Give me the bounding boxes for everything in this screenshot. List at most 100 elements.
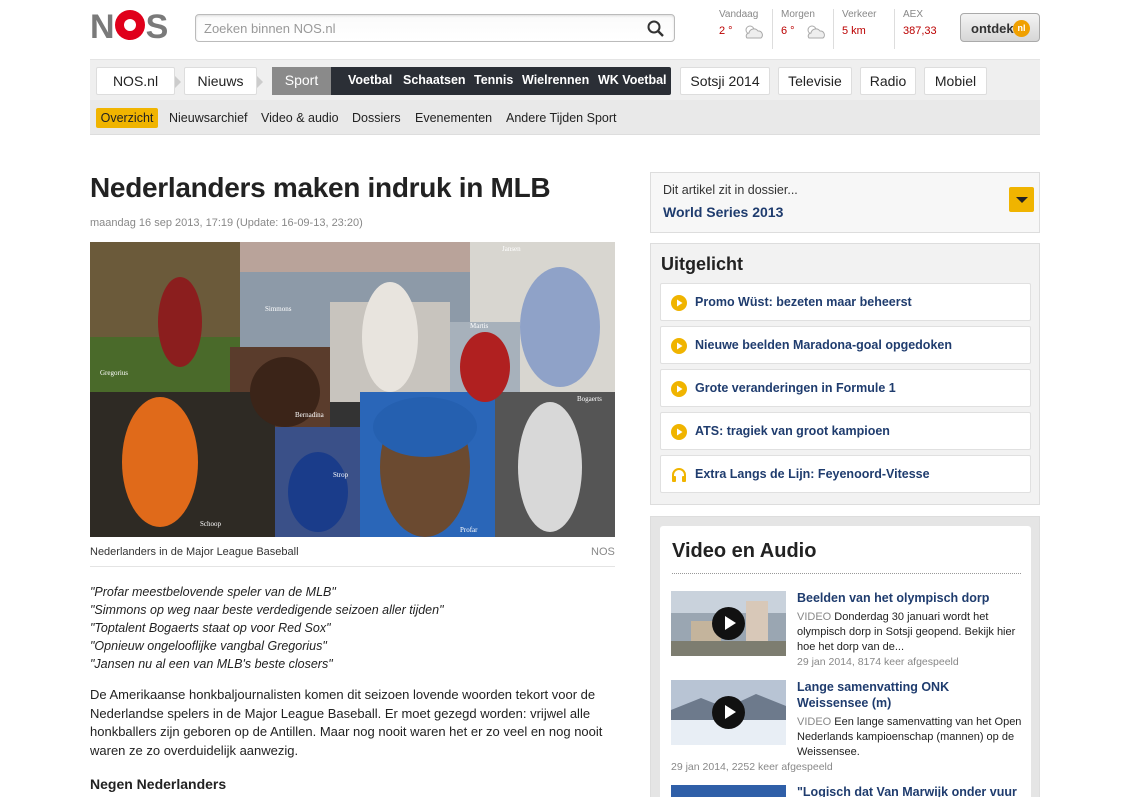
- logo-o: [114, 10, 145, 40]
- uitgelicht-panel: Uitgelicht Promo Wüst: bezeten maar behe…: [650, 243, 1040, 505]
- article-date: maandag 16 sep 2013, 17:19 (Update: 16-0…: [90, 217, 363, 229]
- nav-schaatsen[interactable]: Schaatsen: [403, 73, 466, 87]
- dossier-box[interactable]: Dit artikel zit in dossier... World Seri…: [650, 172, 1040, 233]
- subnav-andere-tijden[interactable]: Andere Tijden Sport: [506, 111, 617, 125]
- video-meta: 29 jan 2014, 2252 keer afgespeeld: [671, 761, 833, 773]
- photo-label: Schoop: [200, 520, 222, 528]
- dossier-intro: Dit artikel zit in dossier...: [663, 183, 798, 197]
- chevron-right-icon: [175, 76, 181, 88]
- uitgelicht-item[interactable]: Grote veranderingen in Formule 1: [660, 369, 1031, 407]
- dossier-link[interactable]: World Series 2013: [663, 204, 783, 220]
- photo-label: Simmons: [265, 305, 292, 313]
- quote-line: "Toptalent Bogaerts staat op voor Red So…: [90, 621, 331, 635]
- photo-label: Gregorius: [100, 369, 128, 377]
- main-nav: NOS.nl Nieuws Sport Voetbal Schaatsen Te…: [90, 59, 1040, 100]
- search-box: [195, 14, 675, 42]
- weather-today[interactable]: Vandaag 2 °: [711, 9, 773, 49]
- dropdown-arrow-icon[interactable]: [1009, 187, 1034, 212]
- article-title: Nederlanders maken indruk in MLB: [90, 172, 551, 203]
- nav-televisie[interactable]: Televisie: [778, 67, 852, 95]
- nav-wk-voetbal[interactable]: WK Voetbal: [598, 73, 667, 87]
- video-audio-title: Video en Audio: [672, 540, 817, 562]
- aex-label: AEX: [903, 9, 924, 20]
- npo-badge-icon: nl: [1013, 20, 1030, 37]
- photo-label: Bogaerts: [577, 395, 602, 403]
- uitgelicht-item[interactable]: Promo Wüst: bezeten maar beheerst: [660, 283, 1031, 321]
- weather-label: Vandaag: [719, 9, 759, 20]
- traffic-label: Verkeer: [842, 9, 877, 20]
- uitgelicht-title: Uitgelicht: [661, 254, 744, 274]
- video-description: VIDEO Donderdag 30 januari wordt het oly…: [797, 610, 1022, 655]
- weather-value: 2 °: [719, 25, 733, 37]
- play-icon: [671, 338, 687, 354]
- quote-line: "Profar meestbelovende speler van de MLB…: [90, 585, 336, 599]
- video-desc-text: Een lange samenvatting van het Open Nede…: [797, 716, 1022, 758]
- traffic-value: 5 km: [842, 25, 866, 37]
- nav-label: NOS.nl: [112, 73, 159, 89]
- article-photo-collage[interactable]: Gregorius Simmons Jansen Martis Bernadin…: [90, 242, 615, 537]
- photo-label: Strop: [333, 471, 349, 479]
- subnav-dossiers[interactable]: Dossiers: [352, 111, 401, 125]
- play-icon[interactable]: [712, 696, 745, 729]
- nav-nieuws[interactable]: Nieuws: [184, 67, 263, 95]
- search-icon[interactable]: [646, 19, 666, 39]
- video-tag: VIDEO: [797, 611, 832, 623]
- quote-line: "Opnieuw ongelooflijke vangbal Gregorius…: [90, 639, 327, 653]
- nos-logo[interactable]: NS: [90, 10, 168, 44]
- video-thumbnail[interactable]: [671, 785, 786, 797]
- nav-tennis[interactable]: Tennis: [474, 73, 513, 87]
- subnav-video-audio[interactable]: Video & audio: [261, 111, 339, 125]
- video-title[interactable]: Beelden van het olympisch dorp: [797, 590, 1022, 606]
- uitgelicht-item[interactable]: Extra Langs de Lijn: Feyenoord-Vitesse: [660, 455, 1031, 493]
- weather-tomorrow[interactable]: Morgen 6 °: [772, 9, 834, 49]
- aex-value: 387,33: [903, 25, 937, 37]
- video-title[interactable]: Lange samenvatting ONK Weissensee (m): [797, 679, 1022, 711]
- search-input[interactable]: [196, 15, 626, 41]
- ontdek-button[interactable]: ontdek nl: [960, 13, 1040, 42]
- nav-sotsji[interactable]: Sotsji 2014: [680, 67, 770, 95]
- dotted-divider: [672, 573, 1021, 574]
- play-icon: [671, 424, 687, 440]
- article-body: De Amerikaanse honkbaljournalisten komen…: [90, 687, 603, 758]
- weather-label: Morgen: [781, 9, 815, 20]
- uitgelicht-item[interactable]: ATS: tragiek van groot kampioen: [660, 412, 1031, 450]
- collage-image: Gregorius Simmons Jansen Martis Bernadin…: [90, 242, 615, 537]
- uitgelicht-label: Extra Langs de Lijn: Feyenoord-Vitesse: [695, 467, 930, 481]
- nav-wielrennen[interactable]: Wielrennen: [522, 73, 589, 87]
- caption-divider: [90, 566, 615, 567]
- play-icon: [671, 295, 687, 311]
- photo-label: Profar: [460, 526, 478, 534]
- aex-index[interactable]: AEX 387,33: [894, 9, 956, 49]
- video-thumbnail[interactable]: [671, 680, 786, 745]
- ontdek-label: ontdek: [971, 21, 1014, 36]
- uitgelicht-label: Grote veranderingen in Formule 1: [695, 381, 896, 395]
- article-subheading: Negen Nederlanders: [90, 776, 227, 792]
- subnav-nieuwsarchief[interactable]: Nieuwsarchief: [169, 111, 248, 125]
- traffic-info[interactable]: Verkeer 5 km: [833, 9, 895, 49]
- nav-sport[interactable]: Sport: [272, 67, 338, 95]
- play-icon: [671, 381, 687, 397]
- subnav-evenementen[interactable]: Evenementen: [415, 111, 492, 125]
- article-quotes: "Profar meestbelovende speler van de MLB…: [90, 583, 444, 673]
- nav-radio[interactable]: Radio: [860, 67, 916, 95]
- subnav-overzicht[interactable]: Overzicht: [96, 108, 158, 128]
- nav-mobiel[interactable]: Mobiel: [924, 67, 987, 95]
- uitgelicht-label: ATS: tragiek van groot kampioen: [695, 424, 890, 438]
- nav-voetbal[interactable]: Voetbal: [348, 73, 392, 87]
- photo-label: Martis: [470, 322, 489, 330]
- partly-sunny-icon: [807, 25, 825, 39]
- video-thumbnail[interactable]: [671, 591, 786, 656]
- photo-label: Jansen: [502, 245, 521, 253]
- uitgelicht-item[interactable]: Nieuwe beelden Maradona-goal opgedoken: [660, 326, 1031, 364]
- headphones-icon: [672, 468, 686, 482]
- video-audio-inner: Video en Audio Beelden van het olympisch…: [660, 526, 1031, 797]
- van-marwijk-thumbnail: [671, 785, 786, 797]
- play-icon[interactable]: [712, 607, 745, 640]
- photo-caption: Nederlanders in de Major League Baseball: [90, 546, 299, 558]
- video-tag: VIDEO: [797, 716, 832, 728]
- video-title[interactable]: "Logisch dat Van Marwijk onder vuur: [797, 784, 1022, 797]
- partly-sunny-icon: [745, 25, 763, 39]
- video-meta: 29 jan 2014, 8174 keer afgespeeld: [797, 656, 959, 668]
- nav-label: Nieuws: [197, 73, 244, 89]
- nav-nos[interactable]: NOS.nl: [96, 67, 181, 95]
